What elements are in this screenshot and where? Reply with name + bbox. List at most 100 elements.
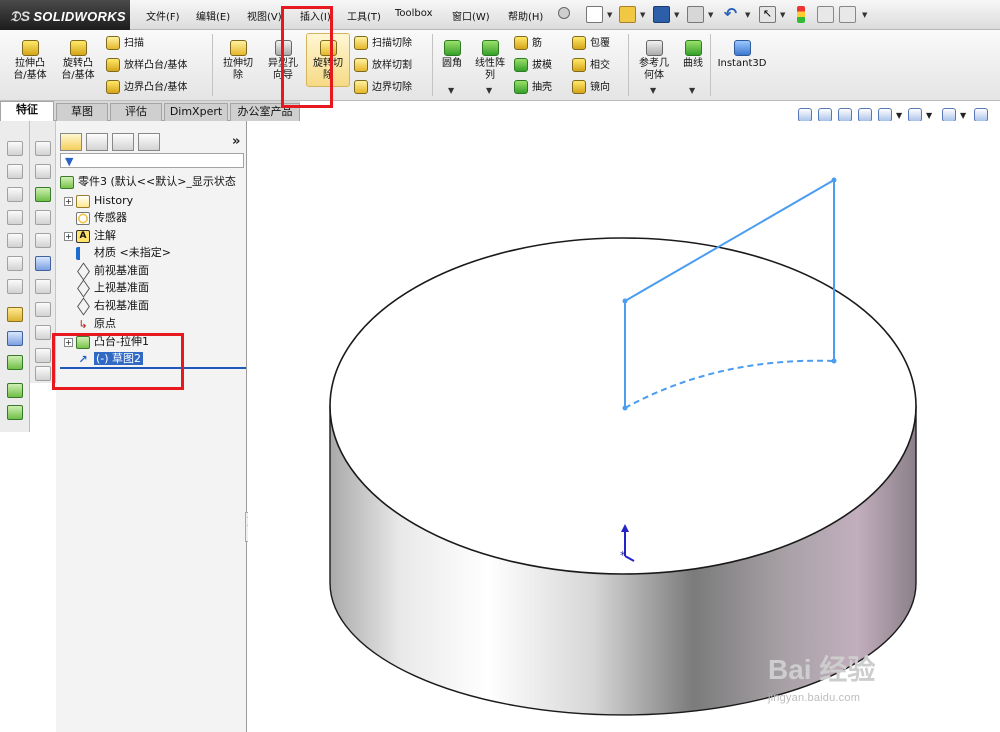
fillet-button[interactable]: 圆角 bbox=[436, 40, 468, 70]
check-icon[interactable] bbox=[35, 325, 51, 340]
view-bottom-icon[interactable] bbox=[7, 256, 23, 271]
sketch-point[interactable] bbox=[622, 298, 628, 304]
tree-root-part[interactable]: 零件3 (默认<<默认>_显示状态 bbox=[60, 174, 236, 190]
tab-evaluate[interactable]: 评估 bbox=[110, 103, 162, 121]
tree-item-material[interactable]: 材质 <未指定> bbox=[64, 245, 171, 261]
loft-boss-button[interactable]: 放样凸台/基体 bbox=[106, 56, 187, 72]
view-top-icon[interactable] bbox=[7, 233, 23, 248]
tree-filter-field[interactable]: ▼ bbox=[60, 153, 244, 168]
menu-edit[interactable]: 编辑(E) bbox=[196, 8, 230, 23]
measure-icon[interactable] bbox=[35, 279, 51, 294]
display-manager-tab-icon[interactable] bbox=[138, 133, 160, 151]
curvature-icon[interactable] bbox=[35, 233, 51, 248]
chevron-down-icon[interactable]: ▼ bbox=[689, 86, 695, 95]
expand-icon[interactable]: + bbox=[64, 196, 73, 206]
draft-button[interactable]: 拔模 bbox=[514, 56, 552, 72]
tab-dimxpert[interactable]: DimXpert bbox=[164, 103, 228, 121]
double-chevron-right-icon[interactable]: » bbox=[232, 134, 240, 149]
loft-cut-button[interactable]: 放样切割 bbox=[354, 56, 412, 72]
revolve-cut-button[interactable]: 旋转切 除 bbox=[306, 40, 350, 82]
view-isometric-icon[interactable] bbox=[7, 279, 23, 294]
chevron-down-icon[interactable]: ▼ bbox=[708, 11, 713, 19]
extrude-icon[interactable] bbox=[7, 383, 23, 398]
zoom-to-fit-icon[interactable] bbox=[798, 108, 812, 122]
swept-boss-button[interactable]: 扫描 bbox=[106, 34, 144, 50]
rebuild-traffic-light-icon[interactable] bbox=[797, 6, 805, 23]
rollback-bar[interactable] bbox=[60, 367, 246, 369]
tree-item-front-plane[interactable]: 前视基准面 bbox=[64, 263, 149, 279]
hide-show-items-icon[interactable] bbox=[942, 108, 956, 122]
display-manager-icon[interactable] bbox=[974, 108, 988, 122]
boundary-boss-button[interactable]: 边界凸台/基体 bbox=[106, 78, 187, 94]
section-view-icon[interactable] bbox=[858, 108, 872, 122]
rib-button[interactable]: 筋 bbox=[514, 34, 542, 50]
curves-button[interactable]: 曲线 bbox=[678, 40, 708, 70]
view-orientation-icon[interactable] bbox=[878, 108, 892, 122]
save-icon[interactable] bbox=[653, 6, 670, 23]
graphics-area[interactable]: * bbox=[248, 121, 1000, 732]
table-icon[interactable] bbox=[35, 141, 51, 156]
chevron-down-icon[interactable]: ▼ bbox=[926, 111, 932, 120]
tree-item-history[interactable]: + History bbox=[64, 193, 133, 209]
chevron-down-icon[interactable]: ▼ bbox=[607, 11, 612, 19]
instant3d-button[interactable]: Instant3D bbox=[714, 40, 770, 70]
chevron-down-icon[interactable]: ▼ bbox=[640, 11, 645, 19]
tab-features[interactable]: 特征 bbox=[0, 101, 54, 121]
feature-icon[interactable] bbox=[35, 187, 51, 202]
configuration-manager-tab-icon[interactable] bbox=[112, 133, 134, 151]
menu-file[interactable]: 文件(F) bbox=[146, 8, 180, 23]
tree-item-top-plane[interactable]: 上视基准面 bbox=[64, 280, 149, 296]
wrap-button[interactable]: 包覆 bbox=[572, 34, 610, 50]
sketch-point[interactable] bbox=[622, 405, 628, 411]
revolve-boss-button[interactable]: 旋转凸 台/基体 bbox=[56, 40, 100, 82]
chevron-down-icon[interactable]: ▼ bbox=[745, 11, 750, 19]
display-style-icon[interactable] bbox=[908, 108, 922, 122]
menu-help[interactable]: 帮助(H) bbox=[508, 8, 543, 23]
swept-cut-button[interactable]: 扫描切除 bbox=[354, 34, 412, 50]
chevron-down-icon[interactable]: ▼ bbox=[448, 86, 454, 95]
mirror-button[interactable]: 镜向 bbox=[572, 78, 610, 94]
extrude-cut-button[interactable]: 拉伸切 除 bbox=[216, 40, 260, 82]
sketch-point[interactable] bbox=[831, 177, 837, 183]
chevron-down-icon[interactable]: ▼ bbox=[674, 11, 679, 19]
property-manager-tab-icon[interactable] bbox=[86, 133, 108, 151]
comparison-icon[interactable] bbox=[35, 348, 51, 363]
extrude-boss-button[interactable]: 拉伸凸 台/基体 bbox=[8, 40, 52, 82]
intersect-button[interactable]: 相交 bbox=[572, 56, 610, 72]
tree-item-right-plane[interactable]: 右视基准面 bbox=[64, 298, 149, 314]
chevron-down-icon[interactable]: ▼ bbox=[896, 111, 902, 120]
chevron-down-icon[interactable]: ▼ bbox=[650, 86, 656, 95]
tree-item-origin[interactable]: ↳ 原点 bbox=[64, 316, 116, 332]
tree-item-sensors[interactable]: 传感器 bbox=[64, 210, 127, 226]
pin-icon[interactable] bbox=[558, 7, 570, 19]
chevron-down-icon[interactable]: ▼ bbox=[960, 111, 966, 120]
tree-item-sketch2[interactable]: ↗ (-) 草图2 bbox=[64, 351, 144, 367]
sketch-point[interactable] bbox=[831, 358, 837, 364]
view-right-icon[interactable] bbox=[7, 210, 23, 225]
pattern-icon[interactable] bbox=[35, 164, 51, 179]
linear-pattern-button[interactable]: 线性阵 列 bbox=[470, 40, 510, 82]
view-left-icon[interactable] bbox=[7, 187, 23, 202]
chevron-down-icon[interactable]: ▼ bbox=[862, 11, 867, 19]
select-arrow-icon[interactable]: ↖ bbox=[759, 6, 776, 23]
tree-item-annotations[interactable]: + A 注解 bbox=[64, 228, 116, 244]
previous-view-icon[interactable] bbox=[838, 108, 852, 122]
print-icon[interactable] bbox=[687, 6, 704, 23]
view-back-icon[interactable] bbox=[7, 164, 23, 179]
mass-properties-icon[interactable] bbox=[35, 302, 51, 317]
section-icon[interactable] bbox=[35, 256, 51, 271]
menu-toolbox[interactable]: Toolbox bbox=[395, 8, 433, 19]
menu-window[interactable]: 窗口(W) bbox=[452, 8, 490, 23]
expand-icon[interactable]: + bbox=[64, 231, 73, 241]
chevron-down-icon[interactable]: ▼ bbox=[780, 11, 785, 19]
cylinder-top-face[interactable] bbox=[329, 237, 917, 575]
file-properties-icon[interactable] bbox=[817, 6, 834, 23]
undo-icon[interactable]: ↶ bbox=[722, 6, 739, 23]
layer-table-icon[interactable] bbox=[35, 366, 51, 381]
hole-wizard-button[interactable]: 异型孔 向导 bbox=[261, 40, 305, 82]
cut-icon[interactable] bbox=[7, 405, 23, 420]
expand-icon[interactable]: + bbox=[64, 337, 73, 347]
featuremanager-tree-tab-icon[interactable] bbox=[60, 133, 82, 151]
shell-button[interactable]: 抽壳 bbox=[514, 78, 552, 94]
tab-office-products[interactable]: 办公室产品 bbox=[230, 103, 300, 121]
